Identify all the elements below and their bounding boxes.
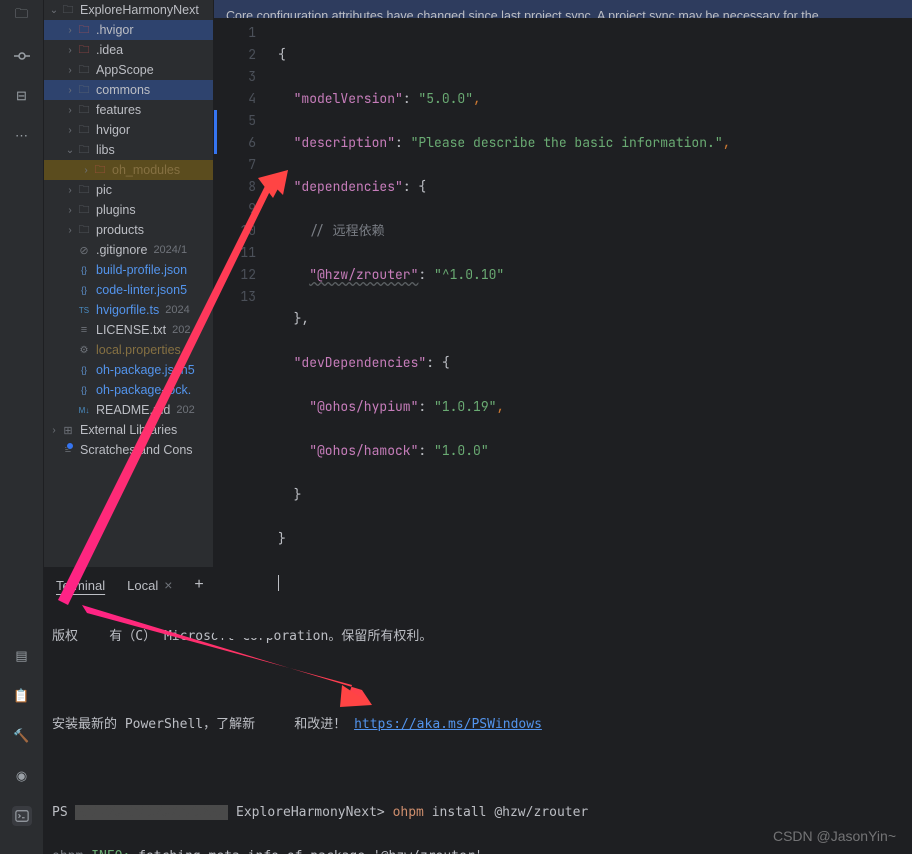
terminal-tab-main[interactable]: Terminal [56, 578, 105, 593]
code-content[interactable]: { "modelVersion": "5.0.0", "description"… [274, 18, 912, 638]
tree-file[interactable]: LICENSE.txt202 [44, 320, 213, 340]
folder-icon[interactable]: 🗀 [12, 6, 32, 26]
run-icon[interactable]: ◉ [12, 766, 32, 786]
sync-notification[interactable]: Core configuration attributes have chang… [214, 0, 912, 18]
tree-file[interactable]: local.properties [44, 340, 213, 360]
left-tool-strip: 🗀 ⊟ ⋯ ▤ 📋 🔨 ◉ [0, 0, 44, 854]
external-libs[interactable]: External Libraries [44, 420, 213, 440]
tool2-icon[interactable]: 📋 [12, 686, 32, 706]
commit-icon[interactable] [12, 46, 32, 66]
tree-file[interactable]: code-linter.json5 [44, 280, 213, 300]
tool1-icon[interactable]: ▤ [12, 646, 32, 666]
tree-file[interactable]: build-profile.json [44, 260, 213, 280]
tree-file[interactable]: hvigorfile.ts2024 [44, 300, 213, 320]
scratches[interactable]: Scratches and Cons [44, 440, 213, 460]
plus-icon[interactable]: + [194, 576, 203, 594]
terminal-tab-local[interactable]: Local× [127, 577, 172, 593]
watermark: CSDN @JasonYin~ [773, 828, 896, 844]
tree-file[interactable]: oh-package.json5 [44, 360, 213, 380]
project-root-row[interactable]: ExploreHarmonyNext [44, 0, 213, 20]
tree-item[interactable]: products [44, 220, 213, 240]
tree-item[interactable]: .hvigor [44, 20, 213, 40]
tree-item[interactable]: commons [44, 80, 213, 100]
tree-item[interactable]: oh_modules [44, 160, 213, 180]
build-icon[interactable]: 🔨 [12, 726, 32, 746]
terminal-icon[interactable] [12, 806, 32, 826]
tree-item[interactable]: plugins [44, 200, 213, 220]
tree-item[interactable]: pic [44, 180, 213, 200]
code-editor[interactable]: 12345678910111213 { "modelVersion": "5.0… [214, 18, 912, 638]
tree-item[interactable]: AppScope [44, 60, 213, 80]
tree-item[interactable]: hvigor [44, 120, 213, 140]
tree-item[interactable]: .idea [44, 40, 213, 60]
tree-file[interactable]: oh-package-lock. [44, 380, 213, 400]
structure-icon[interactable]: ⊟ [12, 86, 32, 106]
more-icon[interactable]: ⋯ [12, 126, 32, 146]
tree-item[interactable]: features [44, 100, 213, 120]
project-tree[interactable]: ExploreHarmonyNext .hvigor .idea AppScop… [44, 0, 214, 567]
tree-file[interactable]: .gitignore2024/1 [44, 240, 213, 260]
editor-panel: Core configuration attributes have chang… [214, 0, 912, 567]
ps-link[interactable]: https://aka.ms/PSWindows [354, 717, 542, 732]
tree-file[interactable]: README.md202 [44, 400, 213, 420]
tree-item[interactable]: libs [44, 140, 213, 160]
close-icon[interactable]: × [164, 577, 172, 593]
line-numbers: 12345678910111213 [214, 18, 274, 638]
